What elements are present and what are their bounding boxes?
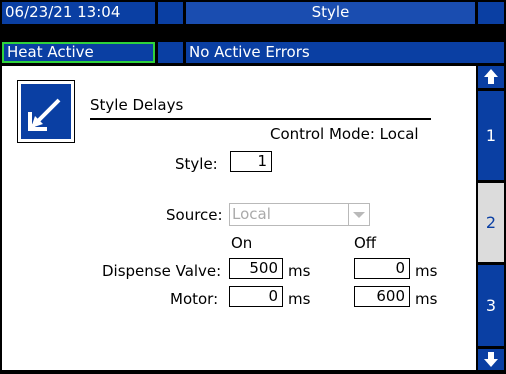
- dispense-valve-off-unit: ms: [415, 262, 438, 280]
- title-divider: [90, 118, 431, 120]
- source-value: Local: [232, 205, 271, 223]
- scroll-up-button[interactable]: [478, 66, 504, 88]
- motor-off-input[interactable]: 600: [354, 286, 410, 307]
- source-label: Source:: [166, 206, 223, 224]
- scroll-down-button[interactable]: [478, 349, 504, 370]
- screen-title: Style: [186, 2, 475, 24]
- status-badge: Heat Active: [2, 42, 155, 63]
- motor-on-input[interactable]: 0: [229, 286, 283, 307]
- header-blank-cell: [158, 2, 183, 24]
- edit-button[interactable]: [17, 80, 75, 143]
- dispense-valve-label: Dispense Valve:: [102, 262, 222, 280]
- page-tab-1[interactable]: 1: [478, 91, 504, 180]
- control-mode-text: Control Mode: Local: [270, 125, 419, 143]
- style-label: Style:: [175, 155, 218, 173]
- page-tab-3[interactable]: 3: [478, 265, 504, 346]
- source-select[interactable]: Local: [229, 203, 370, 226]
- dispense-valve-on-input[interactable]: 500: [229, 258, 283, 279]
- page-tab-2[interactable]: 2: [478, 183, 504, 262]
- status-blank-cell: [158, 42, 183, 63]
- edit-icon: [28, 98, 61, 131]
- dropdown-arrow-icon[interactable]: [348, 204, 369, 225]
- scroll-up-arrow-icon: [484, 69, 498, 84]
- datetime-display: 06/23/21 13:04: [2, 2, 155, 24]
- off-column-header: Off: [354, 234, 377, 252]
- error-status: No Active Errors: [186, 42, 504, 63]
- scroll-down-arrow-icon: [484, 352, 498, 367]
- dispense-valve-on-unit: ms: [288, 262, 311, 280]
- motor-on-unit: ms: [288, 290, 311, 308]
- dispense-valve-off-input[interactable]: 0: [354, 258, 410, 279]
- motor-off-unit: ms: [415, 290, 438, 308]
- header-right-cell: [478, 2, 504, 24]
- motor-label: Motor:: [170, 290, 219, 308]
- on-column-header: On: [231, 234, 253, 252]
- panel-title: Style Delays: [90, 96, 184, 114]
- style-input[interactable]: 1: [230, 151, 272, 172]
